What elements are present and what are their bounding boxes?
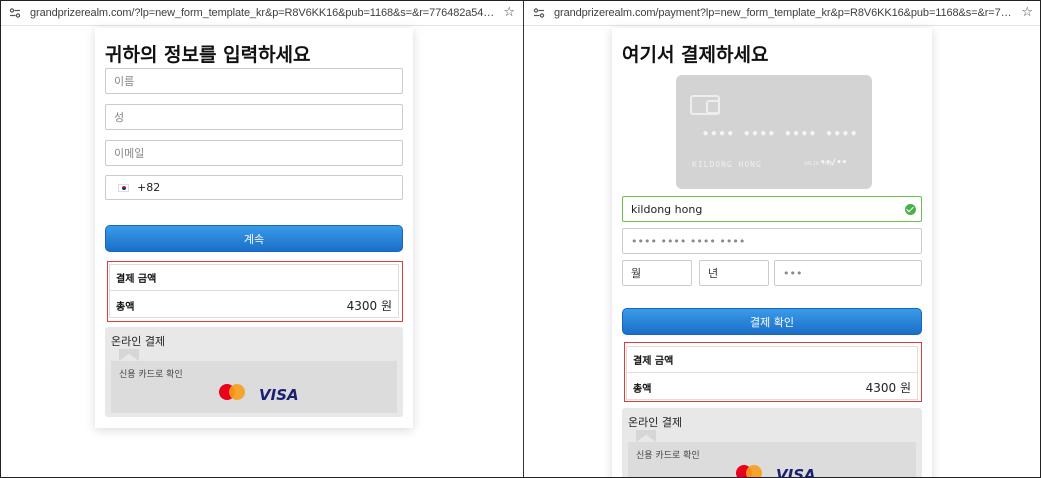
cardholder-name-value: kildong hong [631,202,703,216]
card-chip-icon [690,95,720,115]
summary-title: 결제 금액 [110,265,398,291]
address-bar[interactable]: grandprizerealm.com/?lp=new_form_templat… [0,0,523,26]
ribbon-icon [636,430,656,442]
card-preview-name: KILDONG HONG [692,160,762,169]
valid-check-icon [905,204,916,215]
site-settings-icon[interactable] [532,6,546,20]
korea-flag-icon[interactable] [118,183,129,192]
summary-title-text: 결제 금액 [116,274,157,285]
last-name-input[interactable]: 성 [105,104,403,130]
left-browser-pane: grandprizerealm.com/?lp=new_form_templat… [0,0,523,478]
summary-title-text: 결제 금액 [633,356,674,367]
mastercard-icon [219,384,245,400]
continue-button[interactable]: 계속 [105,225,403,252]
total-value: 4300 원 [346,298,392,313]
site-settings-icon[interactable] [8,6,22,20]
payment-summary: 결제 금액 총액 4300 원 [109,264,399,318]
credit-card-preview: •••• •••• •••• •••• KILDONG HONG VALID T… [676,75,872,189]
card-method-label: 신용 카드로 확인 [636,451,700,461]
online-payment-title: 온라인 결제 [628,416,683,429]
online-payment-box: 온라인 결제 신용 카드로 확인 VISA [622,408,922,478]
total-label: 총액 [116,301,135,313]
address-bar[interactable]: grandprizerealm.com/payment?lp=new_form_… [524,0,1041,26]
mastercard-icon [736,465,762,478]
card-number-input[interactable]: •••• •••• •••• •••• [622,228,922,254]
ribbon-icon [119,349,139,361]
page-title: 여기서 결제하세요 [622,44,769,66]
cardholder-name-input[interactable]: kildong hong [622,196,922,222]
phone-prefix: +82 [137,181,161,194]
right-browser-pane: grandprizerealm.com/payment?lp=new_form_… [524,0,1041,478]
bookmark-star-icon[interactable]: ☆ [503,5,515,20]
summary-total-row: 총액 4300 원 [110,291,398,319]
url-text[interactable]: grandprizerealm.com/?lp=new_form_templat… [30,7,497,19]
info-form-card: 귀하의 정보를 입력하세요 이름 성 이메일 +82 계속 결제 금액 총액 4… [95,28,413,428]
online-payment-box: 온라인 결제 신용 카드로 확인 VISA [105,327,403,417]
total-label: 총액 [633,383,652,395]
visa-logo: VISA [776,466,816,478]
expiry-month-select[interactable]: 월 [622,260,692,286]
card-method-box[interactable]: 신용 카드로 확인 VISA [628,442,916,478]
total-value: 4300 원 [865,380,911,395]
payment-form-card: 여기서 결제하세요 •••• •••• •••• •••• KILDONG HO… [612,28,932,478]
first-name-input[interactable]: 이름 [105,68,403,94]
cvv-input[interactable]: ••• [774,260,922,286]
confirm-payment-button[interactable]: 결제 확인 [622,308,922,335]
email-input[interactable]: 이메일 [105,140,403,166]
summary-total-row: 총액 4300 원 [627,373,917,401]
payment-summary: 결제 금액 총액 4300 원 [626,346,918,400]
visa-logo: VISA [259,386,299,404]
summary-title: 결제 금액 [627,347,917,373]
online-payment-title: 온라인 결제 [111,335,166,348]
card-preview-expiry: ••/•• [820,158,848,168]
expiry-year-select[interactable]: 년 [699,260,769,286]
page-title: 귀하의 정보를 입력하세요 [105,44,311,66]
card-method-label: 신용 카드로 확인 [119,370,183,380]
card-method-box[interactable]: 신용 카드로 확인 VISA [111,361,397,413]
pane-divider [523,0,524,478]
phone-input[interactable]: +82 [105,175,403,200]
bookmark-star-icon[interactable]: ☆ [1021,5,1033,20]
url-text[interactable]: grandprizerealm.com/payment?lp=new_form_… [554,7,1015,19]
card-preview-number: •••• •••• •••• •••• [702,127,859,141]
